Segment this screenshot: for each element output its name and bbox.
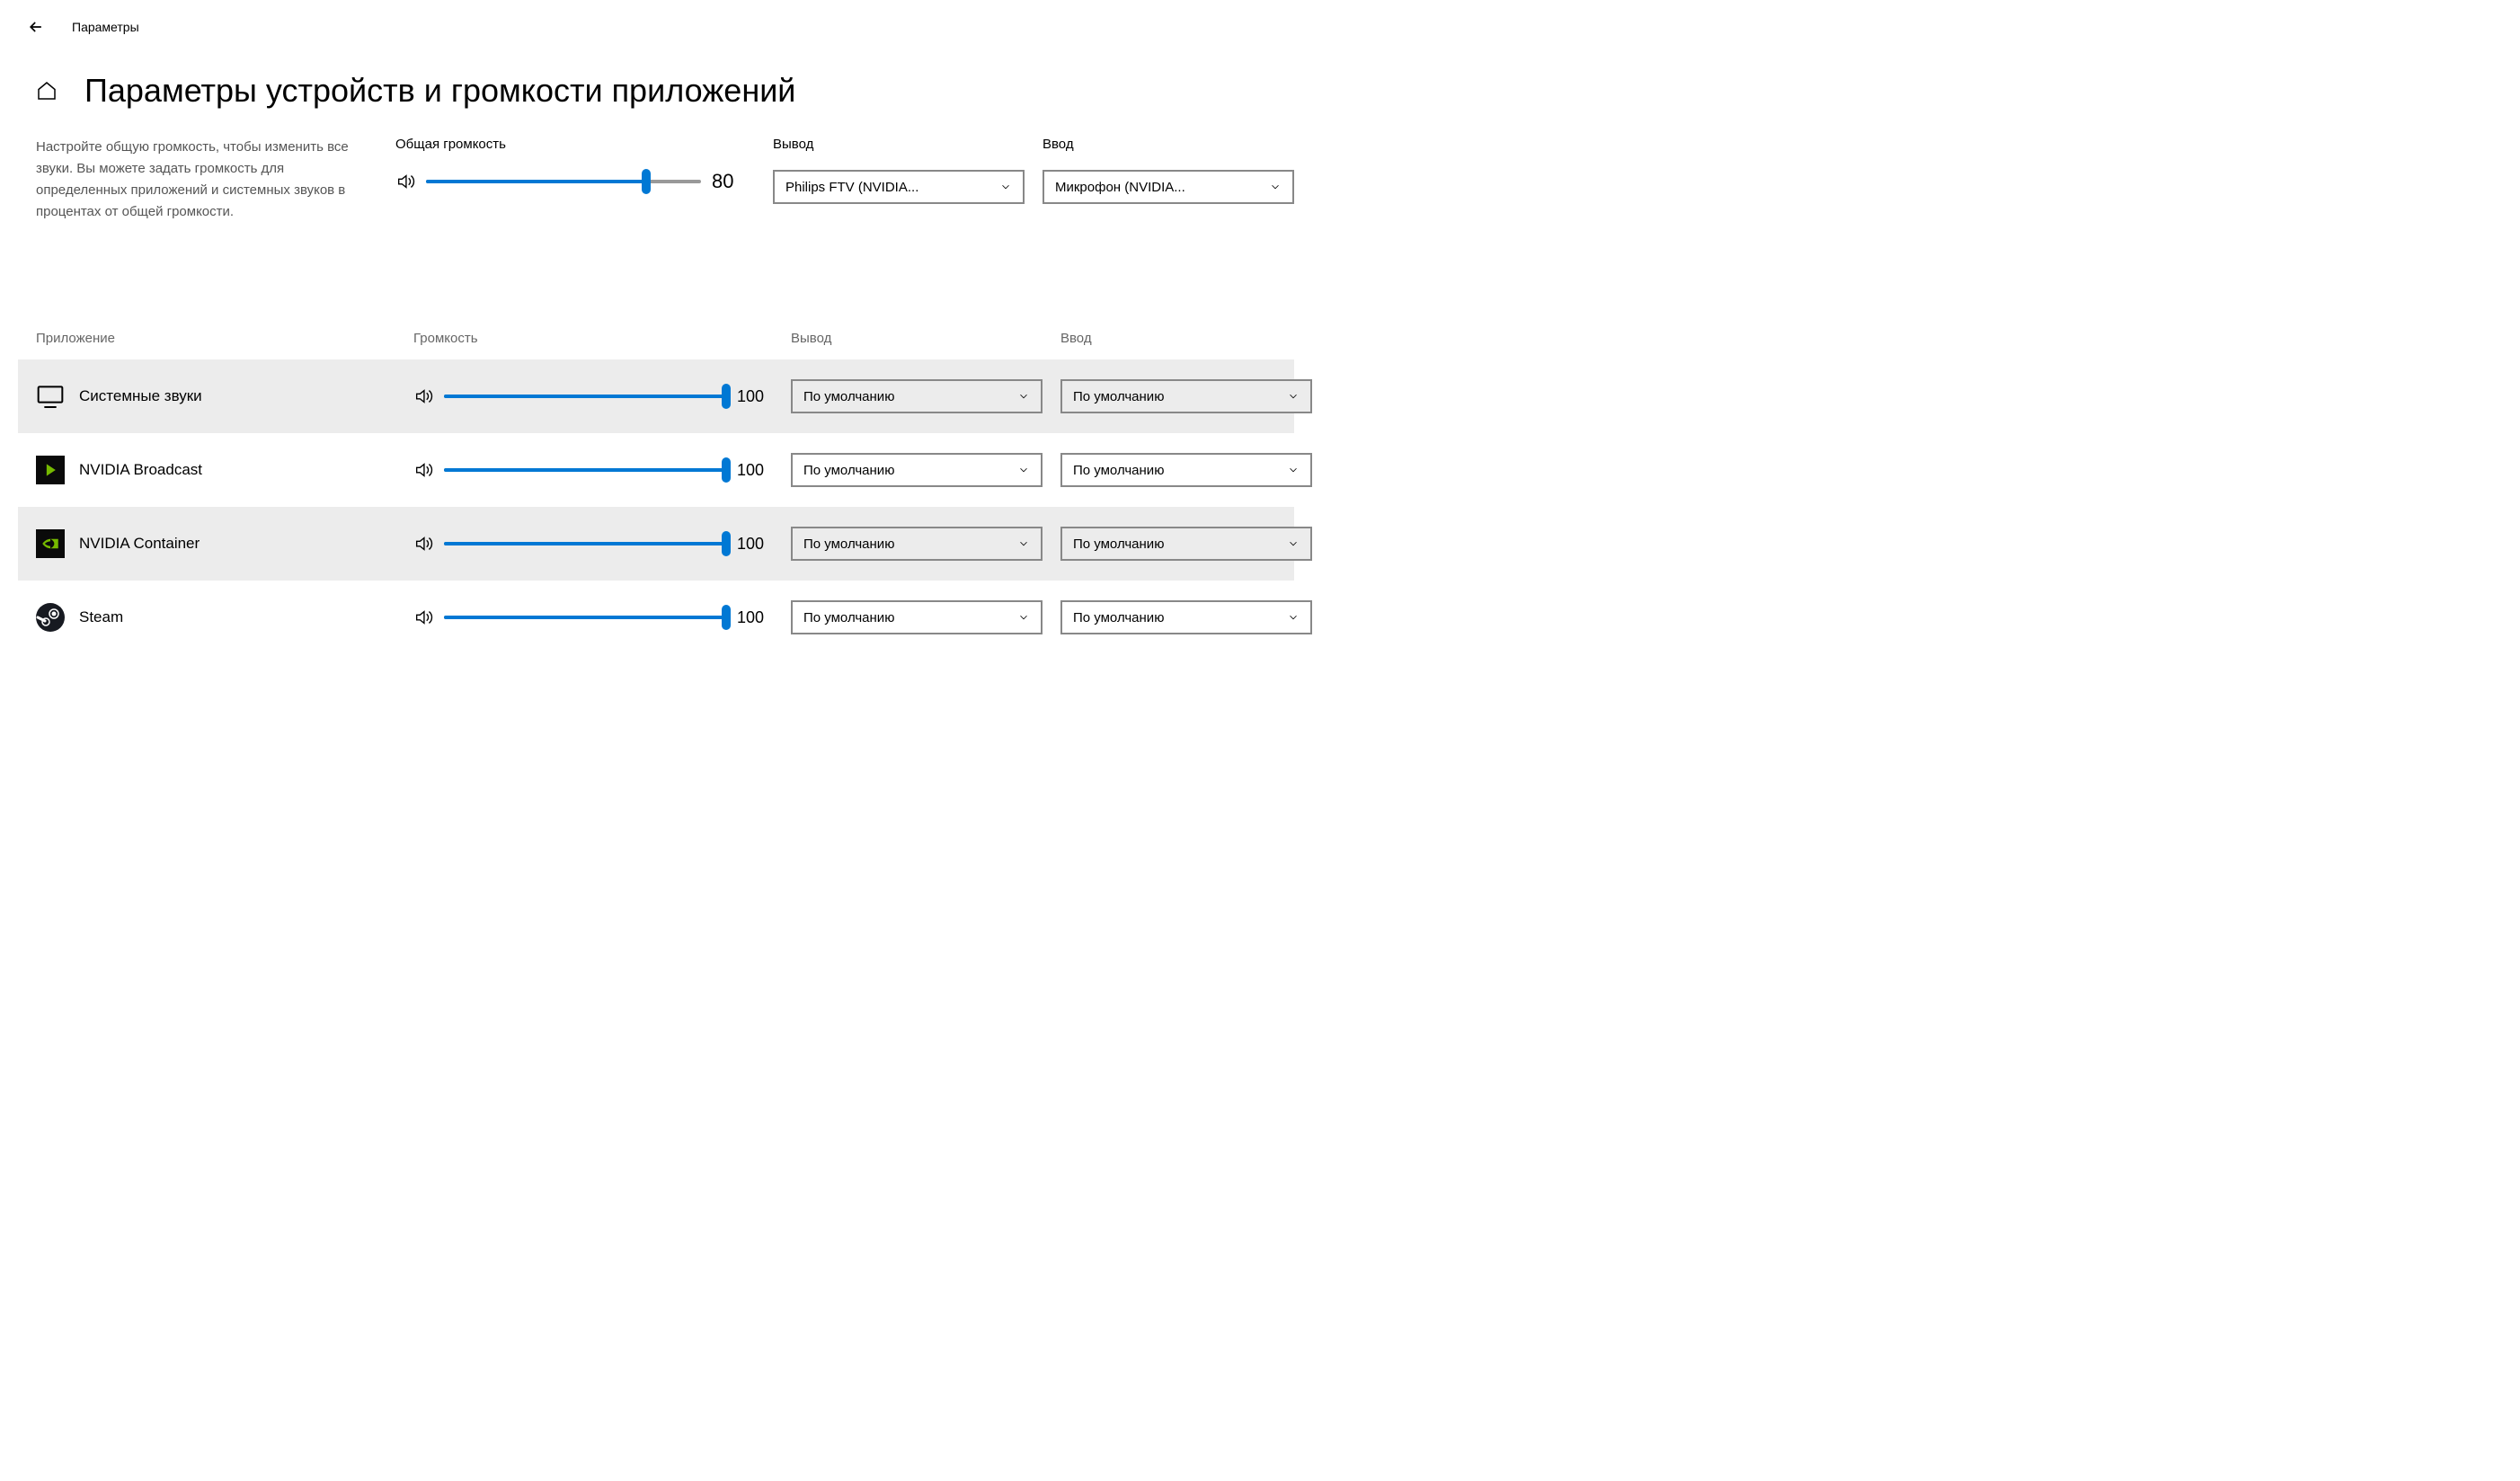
app-input-dropdown[interactable]: По умолчанию bbox=[1060, 379, 1312, 413]
app-rows: Системные звуки 100 По умолчанию По умолчан… bbox=[18, 359, 1294, 654]
app-output-dropdown[interactable]: По умолчанию bbox=[791, 527, 1043, 561]
content: Настройте общую громкость, чтобы изменит… bbox=[0, 137, 1294, 654]
app-name-cell: NVIDIA Broadcast bbox=[36, 456, 395, 484]
app-volume-slider[interactable] bbox=[444, 468, 726, 472]
chevron-down-icon bbox=[1287, 390, 1300, 403]
app-icon bbox=[36, 382, 65, 411]
chevron-down-icon bbox=[1017, 464, 1030, 476]
dropdown-text: По умолчанию bbox=[803, 537, 894, 552]
chevron-down-icon bbox=[1287, 537, 1300, 550]
app-volume-slider[interactable] bbox=[444, 542, 726, 545]
app-volume-value: 100 bbox=[737, 535, 773, 554]
page-title: Параметры устройств и громкости приложен… bbox=[84, 72, 795, 110]
topbar: Параметры bbox=[0, 18, 1294, 54]
col-volume: Громкость bbox=[413, 331, 773, 346]
chevron-down-icon bbox=[1017, 537, 1030, 550]
app-name-cell: Системные звуки bbox=[36, 382, 395, 411]
header: Параметры устройств и громкости приложен… bbox=[0, 54, 1294, 137]
master-output-label: Вывод bbox=[773, 137, 1025, 152]
home-button[interactable] bbox=[36, 80, 58, 102]
speaker-icon[interactable] bbox=[395, 172, 415, 191]
master-volume-label: Общая громкость bbox=[395, 137, 755, 152]
app-row: Системные звуки 100 По умолчанию По умолчан… bbox=[18, 359, 1294, 433]
app-icon bbox=[36, 603, 65, 632]
app-row: Steam 100 По умолчанию По умолчанию bbox=[18, 581, 1294, 654]
window-title: Параметры bbox=[72, 20, 139, 34]
master-volume-value: 80 bbox=[712, 170, 755, 193]
app-volume-value: 100 bbox=[737, 387, 773, 406]
app-input-dropdown[interactable]: По умолчанию bbox=[1060, 600, 1312, 634]
app-row: NVIDIA Container 100 По умолчанию По умолча… bbox=[18, 507, 1294, 581]
chevron-down-icon bbox=[1287, 611, 1300, 624]
dropdown-text: По умолчанию bbox=[803, 463, 894, 478]
app-icon bbox=[36, 456, 65, 484]
master-volume-group: Общая громкость 80 bbox=[395, 137, 755, 193]
dropdown-text: По умолчанию bbox=[1073, 389, 1164, 404]
dropdown-text: По умолчанию bbox=[803, 389, 894, 404]
app-volume-control: 100 bbox=[413, 607, 773, 627]
chevron-down-icon bbox=[999, 181, 1012, 193]
app-volume-slider[interactable] bbox=[444, 616, 726, 619]
table-header: Приложение Громкость Вывод Ввод bbox=[36, 331, 1258, 359]
chevron-down-icon bbox=[1017, 611, 1030, 624]
master-volume-control: 80 bbox=[395, 170, 755, 193]
app-volume-slider[interactable] bbox=[444, 395, 726, 398]
app-volume-value: 100 bbox=[737, 608, 773, 627]
speaker-icon[interactable] bbox=[413, 460, 433, 480]
master-input-dropdown[interactable]: Микрофон (NVIDIA... bbox=[1043, 170, 1294, 204]
back-button[interactable] bbox=[27, 18, 45, 36]
speaker-icon[interactable] bbox=[413, 607, 433, 627]
app-output-dropdown[interactable]: По умолчанию bbox=[791, 379, 1043, 413]
master-volume-slider[interactable] bbox=[426, 180, 701, 183]
master-output-group: Вывод Philips FTV (NVIDIA... bbox=[773, 137, 1025, 204]
dropdown-text: По умолчанию bbox=[1073, 610, 1164, 625]
speaker-icon[interactable] bbox=[413, 534, 433, 554]
app-name-cell: Steam bbox=[36, 603, 395, 632]
app-name: Системные звуки bbox=[79, 387, 202, 405]
master-row: Настройте общую громкость, чтобы изменит… bbox=[36, 137, 1258, 223]
app-volume-control: 100 bbox=[413, 460, 773, 480]
chevron-down-icon bbox=[1017, 390, 1030, 403]
app-name-cell: NVIDIA Container bbox=[36, 529, 395, 558]
app-output-dropdown[interactable]: По умолчанию bbox=[791, 453, 1043, 487]
dropdown-text: По умолчанию bbox=[1073, 537, 1164, 552]
col-output: Вывод bbox=[791, 331, 1043, 346]
master-input-group: Ввод Микрофон (NVIDIA... bbox=[1043, 137, 1294, 204]
chevron-down-icon bbox=[1269, 181, 1282, 193]
app-row: NVIDIA Broadcast 100 По умолчанию По умолча… bbox=[18, 433, 1294, 507]
col-app: Приложение bbox=[36, 331, 395, 346]
chevron-down-icon bbox=[1287, 464, 1300, 476]
app-input-dropdown[interactable]: По умолчанию bbox=[1060, 453, 1312, 487]
app-output-dropdown[interactable]: По умолчанию bbox=[791, 600, 1043, 634]
dropdown-text: По умолчанию bbox=[1073, 463, 1164, 478]
app-icon bbox=[36, 529, 65, 558]
app-volume-value: 100 bbox=[737, 461, 773, 480]
dropdown-text: Микрофон (NVIDIA... bbox=[1055, 180, 1185, 195]
dropdown-text: Philips FTV (NVIDIA... bbox=[785, 180, 918, 195]
app-name: NVIDIA Container bbox=[79, 535, 200, 553]
app-name: NVIDIA Broadcast bbox=[79, 461, 202, 479]
master-input-label: Ввод bbox=[1043, 137, 1294, 152]
dropdown-text: По умолчанию bbox=[803, 610, 894, 625]
app-name: Steam bbox=[79, 608, 123, 626]
app-input-dropdown[interactable]: По умолчанию bbox=[1060, 527, 1312, 561]
app-volume-control: 100 bbox=[413, 386, 773, 406]
col-input: Ввод bbox=[1060, 331, 1312, 346]
speaker-icon[interactable] bbox=[413, 386, 433, 406]
description: Настройте общую громкость, чтобы изменит… bbox=[36, 137, 377, 223]
master-output-dropdown[interactable]: Philips FTV (NVIDIA... bbox=[773, 170, 1025, 204]
app-volume-control: 100 bbox=[413, 534, 773, 554]
